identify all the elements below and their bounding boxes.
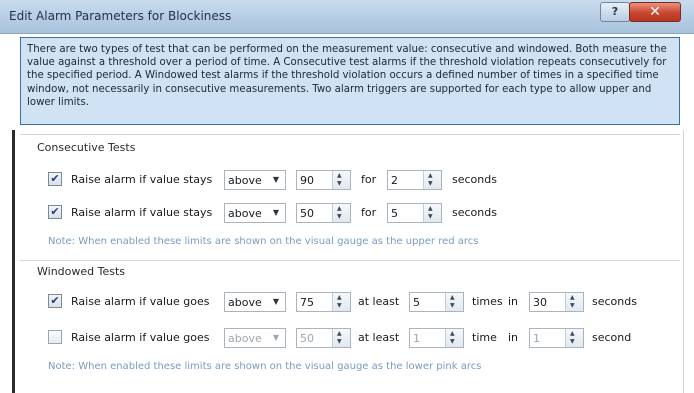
spinner-buttons[interactable]: ▲ ▼: [565, 293, 583, 311]
consecutive-2-period-spinner[interactable]: 5 ▲ ▼: [387, 203, 442, 223]
windowed-row-1: ✔ Raise alarm if value goes above ▼ 75 ▲…: [0, 292, 694, 314]
spin-down-icon[interactable]: ▼: [337, 338, 342, 345]
close-button[interactable]: ✕: [629, 2, 681, 22]
windowed-row-2: Raise alarm if value goes above ▼ 50 ▲ ▼…: [0, 328, 694, 350]
spin-up-icon[interactable]: ▲: [337, 294, 342, 301]
spin-down-icon[interactable]: ▼: [428, 180, 433, 187]
spin-up-icon[interactable]: ▲: [450, 294, 455, 301]
windowed-1-checkbox[interactable]: ✔: [48, 294, 62, 308]
windowed-1-threshold-spinner[interactable]: 75 ▲ ▼: [296, 292, 351, 312]
windowed-1-label: Raise alarm if value goes: [71, 295, 210, 308]
spin-down-icon[interactable]: ▼: [570, 302, 575, 309]
unit-label: seconds: [592, 295, 637, 308]
windowed-1-direction-select[interactable]: above ▼: [224, 292, 286, 312]
for-label: for: [361, 173, 377, 186]
spin-down-icon[interactable]: ▼: [428, 213, 433, 220]
spin-up-icon[interactable]: ▲: [428, 172, 433, 179]
section-divider: [20, 134, 680, 135]
spin-up-icon[interactable]: ▲: [570, 294, 575, 301]
unit-label: seconds: [452, 206, 497, 219]
period-value: 2: [391, 174, 398, 187]
spin-up-icon[interactable]: ▲: [570, 330, 575, 337]
spinner-buttons[interactable]: ▲ ▼: [332, 329, 350, 347]
spinner-buttons[interactable]: ▲ ▼: [332, 293, 350, 311]
spin-up-icon[interactable]: ▲: [450, 330, 455, 337]
spin-down-icon[interactable]: ▼: [570, 338, 575, 345]
consecutive-note: Note: When enabled these limits are show…: [48, 236, 479, 247]
times-label: times: [472, 295, 503, 308]
spinner-buttons[interactable]: ▲ ▼: [445, 293, 463, 311]
direction-value: above: [228, 332, 262, 345]
consecutive-1-label: Raise alarm if value stays: [71, 173, 213, 186]
spin-up-icon[interactable]: ▲: [337, 205, 342, 212]
consecutive-row-1: ✔ Raise alarm if value stays above ▼ 90 …: [0, 170, 694, 192]
spin-down-icon[interactable]: ▼: [450, 302, 455, 309]
spin-up-icon[interactable]: ▲: [428, 205, 433, 212]
direction-value: above: [228, 174, 262, 187]
spin-up-icon[interactable]: ▲: [337, 172, 342, 179]
description-panel: There are two types of test that can be …: [20, 37, 680, 125]
spin-down-icon[interactable]: ▼: [337, 180, 342, 187]
threshold-value: 50: [300, 207, 314, 220]
count-value: 1: [413, 332, 420, 345]
at-least-label: at least: [358, 331, 400, 344]
spinner-buttons[interactable]: ▲ ▼: [423, 204, 441, 222]
spinner-buttons[interactable]: ▲ ▼: [332, 171, 350, 189]
threshold-value: 90: [300, 174, 314, 187]
consecutive-tests-title: Consecutive Tests: [37, 141, 136, 154]
consecutive-1-threshold-spinner[interactable]: 90 ▲ ▼: [296, 170, 351, 190]
windowed-2-threshold-spinner[interactable]: 50 ▲ ▼: [296, 328, 351, 348]
direction-value: above: [228, 207, 262, 220]
window-value: 1: [533, 332, 540, 345]
unit-label: second: [592, 331, 632, 344]
spin-down-icon[interactable]: ▼: [337, 213, 342, 220]
threshold-value: 50: [300, 332, 314, 345]
title-bar: Edit Alarm Parameters for Blockiness ? ✕: [0, 0, 694, 34]
windowed-1-count-spinner[interactable]: 5 ▲ ▼: [409, 292, 464, 312]
consecutive-row-2: ✔ Raise alarm if value stays above ▼ 50 …: [0, 203, 694, 225]
windowed-1-window-spinner[interactable]: 30 ▲ ▼: [529, 292, 584, 312]
consecutive-2-label: Raise alarm if value stays: [71, 206, 213, 219]
windowed-note: Note: When enabled these limits are show…: [48, 361, 482, 372]
chevron-down-icon: ▼: [272, 297, 279, 306]
window-value: 30: [533, 296, 547, 309]
in-label: in: [508, 331, 519, 344]
at-least-label: at least: [358, 295, 400, 308]
consecutive-1-checkbox[interactable]: ✔: [48, 172, 62, 186]
chevron-down-icon: ▼: [272, 175, 279, 184]
period-value: 5: [391, 207, 398, 220]
windowed-2-checkbox[interactable]: [48, 330, 62, 344]
consecutive-2-threshold-spinner[interactable]: 50 ▲ ▼: [296, 203, 351, 223]
time-label: time: [472, 331, 497, 344]
section-divider: [20, 260, 680, 261]
unit-label: seconds: [452, 173, 497, 186]
windowed-2-direction-select[interactable]: above ▼: [224, 328, 286, 348]
windowed-tests-title: Windowed Tests: [37, 265, 126, 278]
spin-down-icon[interactable]: ▼: [450, 338, 455, 345]
consecutive-2-direction-select[interactable]: above ▼: [224, 203, 286, 223]
for-label: for: [361, 206, 377, 219]
spin-up-icon[interactable]: ▲: [337, 330, 342, 337]
consecutive-1-period-spinner[interactable]: 2 ▲ ▼: [387, 170, 442, 190]
in-label: in: [508, 295, 519, 308]
chevron-down-icon: ▼: [272, 333, 279, 342]
chevron-down-icon: ▼: [272, 208, 279, 217]
direction-value: above: [228, 296, 262, 309]
consecutive-1-direction-select[interactable]: above ▼: [224, 170, 286, 190]
spinner-buttons[interactable]: ▲ ▼: [565, 329, 583, 347]
help-button[interactable]: ?: [600, 2, 630, 22]
threshold-value: 75: [300, 296, 314, 309]
spinner-buttons[interactable]: ▲ ▼: [445, 329, 463, 347]
windowed-2-window-spinner[interactable]: 1 ▲ ▼: [529, 328, 584, 348]
spin-down-icon[interactable]: ▼: [337, 302, 342, 309]
windowed-2-label: Raise alarm if value goes: [71, 331, 210, 344]
spinner-buttons[interactable]: ▲ ▼: [332, 204, 350, 222]
windowed-2-count-spinner[interactable]: 1 ▲ ▼: [409, 328, 464, 348]
consecutive-2-checkbox[interactable]: ✔: [48, 205, 62, 219]
window-title: Edit Alarm Parameters for Blockiness: [9, 9, 232, 23]
spinner-buttons[interactable]: ▲ ▼: [423, 171, 441, 189]
count-value: 5: [413, 296, 420, 309]
